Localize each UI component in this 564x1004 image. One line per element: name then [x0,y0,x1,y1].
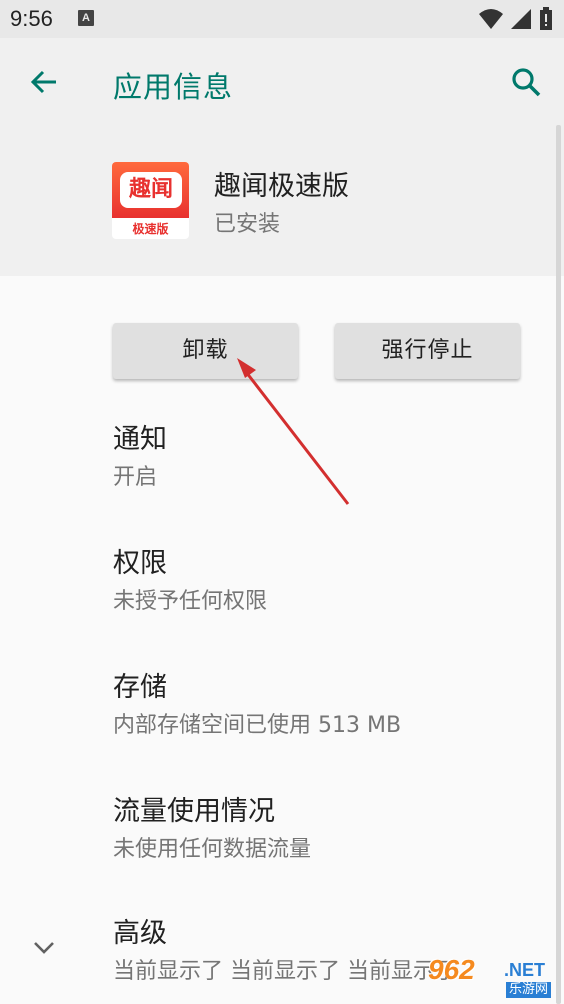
app-icon: 趣闻 极速版 [112,162,189,239]
pref-storage[interactable]: 存储 内部存储空间已使用 513 MB [113,670,543,742]
app-icon-text: 趣闻 [120,172,182,208]
status-bar: 9:56 A [0,0,564,38]
pref-title: 流量使用情况 [113,796,275,827]
search-button[interactable] [508,64,544,100]
cellular-signal-icon [510,9,531,29]
pref-advanced[interactable]: 高级 当前显示了 当前显示了 当前显示了 [113,916,453,988]
watermark-tld: .NET [504,960,546,980]
expand-more-icon[interactable] [30,933,58,961]
pref-title: 权限 [113,548,167,579]
battery-icon [540,7,552,30]
pref-data-usage[interactable]: 流量使用情况 未使用任何数据流量 [113,794,543,866]
notification-a-icon: A [78,10,94,26]
app-install-status: 已安装 [214,212,281,237]
page-title: 应用信息 [113,70,234,104]
pref-summary: 未授予任何权限 [113,589,268,614]
status-time: 9:56 [10,6,53,31]
wifi-icon [478,9,503,29]
app-name: 趣闻极速版 [214,171,349,202]
force-stop-button[interactable]: 强行停止 [335,323,520,379]
watermark: 962 .NET 乐游网 [428,954,556,1000]
pref-title: 通知 [113,424,167,455]
app-header: 应用信息 趣闻 极速版 趣闻极速版 已安装 [0,38,564,276]
arrow-back-icon [30,70,56,94]
app-icon-subtext: 极速版 [132,222,169,236]
pref-permissions[interactable]: 权限 未授予任何权限 [113,546,543,618]
pref-summary: 内部存储空间已使用 513 MB [113,713,402,738]
watermark-label: 乐游网 [506,982,552,998]
pref-notifications[interactable]: 通知 开启 [113,422,543,494]
scrollbar[interactable] [556,125,561,1004]
pref-summary: 当前显示了 当前显示了 当前显示了 [113,959,453,984]
app-icon-top: 趣闻 [112,162,189,218]
search-icon [512,68,541,97]
pref-title: 高级 [113,918,167,949]
pref-title: 存储 [113,672,167,703]
pref-summary: 未使用任何数据流量 [113,837,312,862]
watermark-logo: 962 [428,954,475,985]
status-icons [478,7,554,31]
back-button[interactable] [26,64,62,100]
uninstall-button[interactable]: 卸载 [113,323,298,379]
pref-summary: 开启 [113,465,158,490]
